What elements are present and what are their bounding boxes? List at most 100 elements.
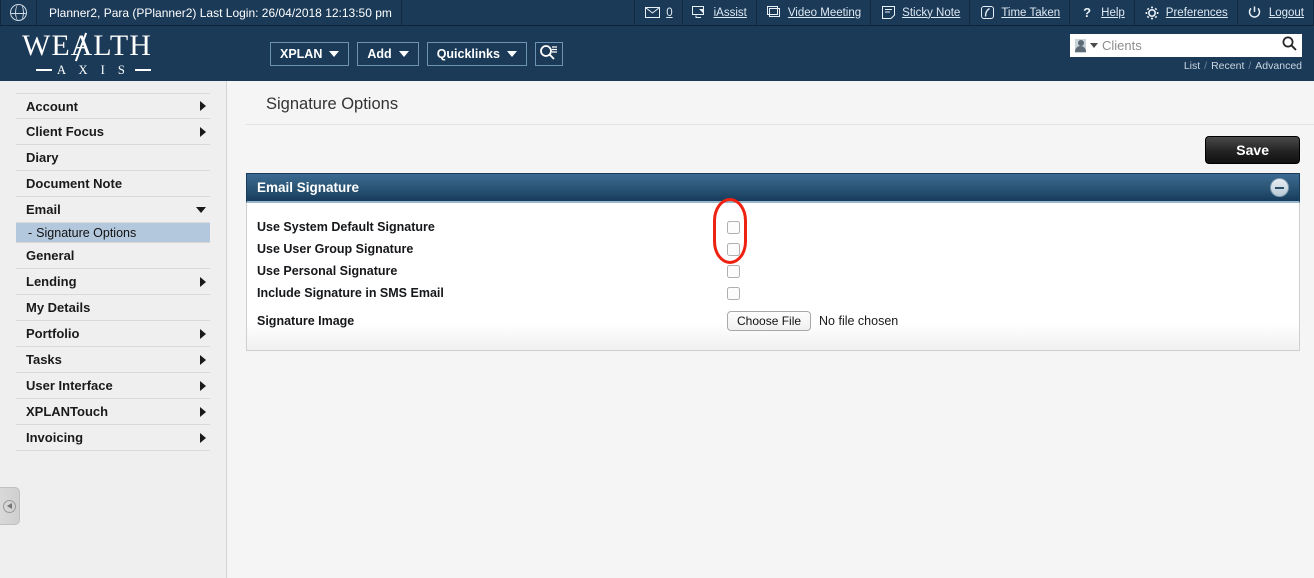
- choose-file-button[interactable]: Choose File: [727, 311, 812, 331]
- minus-circle-icon[interactable]: [1270, 178, 1289, 197]
- logo-primary-text: WEALTH: [22, 30, 152, 62]
- chevron-right-icon: [200, 328, 206, 339]
- sidebar: Account Client Focus Diary Document Note…: [0, 81, 227, 578]
- iassist-label[interactable]: iAssist: [714, 7, 747, 19]
- main-content: Signature Options Save Email Signature U…: [227, 81, 1314, 578]
- checkbox-use-user-group-signature[interactable]: [727, 242, 740, 256]
- sidebar-item-label: Diary: [26, 150, 59, 165]
- search-list-icon: [539, 43, 558, 65]
- sidebar-item-my-details[interactable]: My Details: [16, 295, 210, 321]
- chevron-right-icon: [200, 354, 206, 365]
- app-logo[interactable]: WEALTH A X I S: [22, 30, 192, 77]
- sidebar-item-lending[interactable]: Lending: [16, 269, 210, 295]
- sidebar-item-label: Document Note: [26, 176, 123, 191]
- sidebar-item-xplantouch[interactable]: XPLANTouch: [16, 399, 210, 425]
- logout-label[interactable]: Logout: [1269, 7, 1304, 19]
- chevron-down-icon[interactable]: [1090, 43, 1098, 48]
- sidebar-item-email[interactable]: Email: [16, 197, 210, 223]
- file-input-group: Choose File No file chosen: [727, 311, 898, 331]
- help-label[interactable]: Help: [1101, 7, 1125, 19]
- field-label: Use User Group Signature: [257, 242, 414, 256]
- help-button[interactable]: ? Help: [1070, 0, 1134, 25]
- logo-dash-right: [134, 69, 151, 71]
- chevron-right-icon: [200, 432, 206, 443]
- search-link-advanced[interactable]: Advanced: [1255, 60, 1302, 72]
- sidebar-item-portfolio[interactable]: Portfolio: [16, 321, 210, 347]
- form-row-use-user-group-signature: Use User Group Signature: [247, 238, 1299, 260]
- page-title: Signature Options: [246, 81, 1314, 125]
- collapse-sidebar-button[interactable]: [0, 487, 20, 525]
- panel-header: Email Signature: [246, 173, 1300, 203]
- checkbox-include-signature-in-sms-email[interactable]: [727, 286, 740, 300]
- content-area: Account Client Focus Diary Document Note…: [0, 81, 1314, 578]
- sidebar-menu: Account Client Focus Diary Document Note…: [0, 93, 226, 451]
- nav-button-label: Quicklinks: [436, 46, 500, 61]
- sidebar-item-label: General: [26, 248, 75, 263]
- sidebar-item-label: XPLANTouch: [26, 404, 109, 419]
- preferences-button[interactable]: Preferences: [1135, 0, 1237, 25]
- sidebar-item-client-focus[interactable]: Client Focus: [16, 119, 210, 145]
- sticky-note-button[interactable]: Sticky Note: [871, 0, 969, 25]
- logout-button[interactable]: Logout: [1238, 0, 1313, 25]
- email-signature-panel: Email Signature Use System Default Signa…: [246, 173, 1300, 351]
- sub-item-dash: -: [28, 225, 33, 240]
- sidebar-item-label: Invoicing: [26, 430, 84, 445]
- sidebar-item-invoicing[interactable]: Invoicing: [16, 425, 210, 451]
- nav-button-label: Add: [367, 46, 392, 61]
- form-row-signature-image: Signature Image Choose File No file chos…: [247, 308, 1299, 334]
- gear-icon: [1144, 5, 1160, 20]
- nav-button-xplan[interactable]: XPLAN: [270, 41, 350, 66]
- chevron-right-icon: [200, 380, 206, 391]
- search-link-recent[interactable]: Recent: [1211, 60, 1244, 72]
- search-link-list[interactable]: List: [1184, 60, 1200, 72]
- sidebar-item-label: User Interface: [26, 378, 113, 393]
- sidebar-item-tasks[interactable]: Tasks: [16, 347, 210, 373]
- time-taken-button[interactable]: Time Taken: [970, 0, 1069, 25]
- search-input[interactable]: [1102, 38, 1278, 53]
- sticky-note-label[interactable]: Sticky Note: [902, 7, 960, 19]
- form-row-include-signature-in-sms-email: Include Signature in SMS Email: [247, 282, 1299, 304]
- envelope-icon: [644, 5, 660, 20]
- collapse-sidebar-icon: [3, 499, 16, 513]
- sidebar-item-diary[interactable]: Diary: [16, 145, 210, 171]
- sidebar-item-label: Client Focus: [26, 124, 105, 139]
- panel-title: Email Signature: [257, 180, 360, 195]
- nav-button-add[interactable]: Add: [357, 41, 419, 66]
- iassist-button[interactable]: iAssist: [683, 0, 756, 25]
- search-shortcut-links: List / Recent / Advanced: [1070, 60, 1302, 72]
- global-search: List / Recent / Advanced: [1070, 34, 1302, 72]
- chevron-right-icon: [200, 101, 206, 111]
- mail-count[interactable]: 0: [666, 7, 672, 19]
- video-meeting-label[interactable]: Video Meeting: [788, 7, 861, 19]
- preferences-label[interactable]: Preferences: [1166, 7, 1228, 19]
- sidebar-item-label: Tasks: [26, 352, 62, 367]
- page-toolbar: Save: [227, 125, 1314, 173]
- time-taken-icon: [979, 5, 995, 20]
- nav-button-label: XPLAN: [280, 46, 323, 61]
- search-box[interactable]: [1070, 34, 1302, 57]
- logo-secondary-text: A X I S: [36, 64, 192, 77]
- mail-button[interactable]: 0: [635, 0, 681, 25]
- sidebar-item-label: My Details: [26, 300, 91, 315]
- time-taken-label[interactable]: Time Taken: [1001, 7, 1060, 19]
- checkbox-use-system-default-signature[interactable]: [727, 220, 740, 234]
- sticky-note-icon: [880, 5, 896, 20]
- video-meeting-button[interactable]: Video Meeting: [757, 0, 870, 25]
- sidebar-sub-item-label: Signature Options: [36, 225, 137, 240]
- sidebar-item-document-note[interactable]: Document Note: [16, 171, 210, 197]
- person-icon: [1075, 38, 1086, 53]
- sidebar-item-user-interface[interactable]: User Interface: [16, 373, 210, 399]
- sidebar-item-label: Account: [26, 98, 78, 114]
- chevron-right-icon: [200, 406, 206, 417]
- checkbox-use-personal-signature[interactable]: [727, 264, 740, 278]
- save-button[interactable]: Save: [1205, 136, 1300, 164]
- nav-button-quicklinks[interactable]: Quicklinks: [426, 41, 527, 66]
- sidebar-item-account[interactable]: Account: [16, 93, 210, 119]
- sidebar-item-general[interactable]: General: [16, 243, 210, 269]
- field-label: Use System Default Signature: [257, 220, 435, 234]
- search-icon[interactable]: [1282, 36, 1297, 56]
- nav-search-toggle[interactable]: [534, 41, 563, 66]
- file-status-text: No file chosen: [819, 314, 899, 328]
- sidebar-item-signature-options[interactable]: - Signature Options: [16, 223, 210, 243]
- globe-button[interactable]: [1, 0, 36, 25]
